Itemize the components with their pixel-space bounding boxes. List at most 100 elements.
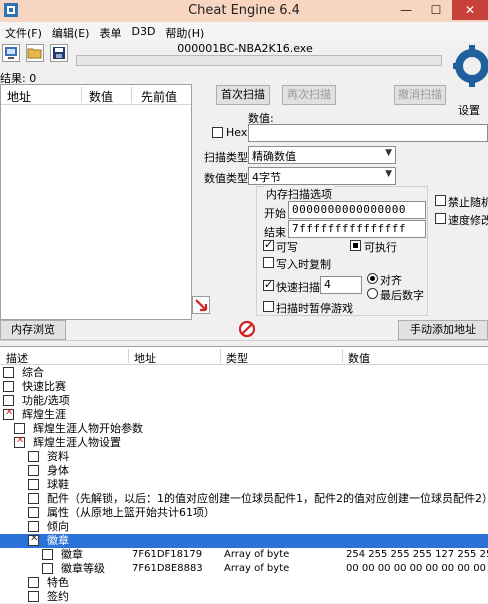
first-scan-button[interactable]: 首次扫描: [216, 85, 270, 105]
row-description: 综合: [22, 366, 44, 379]
fast-scan-checkbox[interactable]: [263, 278, 274, 291]
open-process-button[interactable]: [2, 44, 20, 62]
column-value[interactable]: 数值: [348, 350, 370, 366]
settings-label[interactable]: 设置: [458, 102, 480, 118]
row-value: 254 255 255 255 127 255 255 2: [346, 549, 488, 560]
row-active-checkbox[interactable]: [28, 521, 39, 532]
row-active-checkbox[interactable]: [28, 591, 39, 602]
hex-checkbox[interactable]: [212, 127, 223, 138]
save-button[interactable]: [50, 44, 68, 62]
row-active-checkbox[interactable]: [3, 407, 14, 420]
row-description: 功能/选项: [22, 394, 70, 407]
menu-help[interactable]: 帮助(H): [160, 22, 209, 41]
memory-view-button[interactable]: 内存浏览: [0, 320, 66, 340]
last-digits-radio[interactable]: [367, 288, 378, 299]
table-row[interactable]: 资料: [0, 450, 488, 464]
end-address-input[interactable]: 7fffffffffffffff: [288, 220, 426, 238]
table-row[interactable]: 辉煌生涯: [0, 407, 488, 422]
save-icon: [53, 47, 65, 59]
column-value[interactable]: 数值: [89, 88, 113, 105]
column-address[interactable]: 地址: [7, 88, 31, 105]
row-description: 徽章: [61, 548, 83, 561]
copy-on-write-checkbox[interactable]: [263, 257, 274, 268]
row-active-checkbox[interactable]: [3, 367, 14, 378]
row-active-checkbox[interactable]: [14, 435, 25, 448]
row-active-checkbox[interactable]: [28, 577, 39, 588]
value-type-select[interactable]: 4字节 ▼: [248, 167, 396, 185]
table-row[interactable]: 倾向: [0, 520, 488, 534]
row-active-checkbox[interactable]: [28, 533, 39, 546]
start-address-input[interactable]: 0000000000000000: [288, 201, 426, 219]
cheat-engine-logo[interactable]: [450, 42, 488, 100]
menu-bar: 文件(F) 编辑(E) 表单 D3D 帮助(H): [0, 22, 488, 41]
table-row[interactable]: 属性（从原地上篮开始共计61项）: [0, 506, 488, 520]
row-description: 签约: [47, 590, 69, 603]
table-row[interactable]: 辉煌生涯人物设置: [0, 435, 488, 450]
table-row[interactable]: 签约: [0, 590, 488, 604]
row-active-checkbox[interactable]: [28, 493, 39, 504]
value-type-value: 4字节: [252, 171, 281, 184]
table-row[interactable]: 身体: [0, 464, 488, 478]
red-arrow-icon: [195, 299, 208, 312]
table-row[interactable]: 球鞋: [0, 478, 488, 492]
fast-scan-input[interactable]: 4: [320, 276, 362, 294]
row-description: 配件（先解锁，以后：1的值对应创建一位球员配件1，配件2的值对应创建一位球员配件…: [47, 492, 488, 505]
menu-d3d[interactable]: D3D: [126, 22, 160, 41]
cheat-table[interactable]: 描述 地址 类型 数值 综合快速比赛功能/选项辉煌生涯辉煌生涯人物开始参数辉煌生…: [0, 346, 488, 603]
add-address-manually-button[interactable]: 手动添加地址: [398, 320, 488, 340]
menu-file[interactable]: 文件(F): [0, 22, 47, 41]
row-active-checkbox[interactable]: [28, 451, 39, 462]
column-description[interactable]: 描述: [6, 350, 28, 366]
select-address-arrow-button[interactable]: [192, 296, 210, 314]
column-divider: [131, 87, 132, 103]
memory-options-title: 内存扫描选项: [264, 186, 334, 202]
row-active-checkbox[interactable]: [28, 479, 39, 490]
row-active-checkbox[interactable]: [28, 465, 39, 476]
table-row[interactable]: 配件（先解锁，以后：1的值对应创建一位球员配件1，配件2的值对应创建一位球员配件…: [0, 492, 488, 506]
table-row[interactable]: 综合: [0, 366, 488, 380]
table-row[interactable]: 功能/选项: [0, 394, 488, 408]
minimize-button[interactable]: —: [392, 0, 420, 20]
menu-table[interactable]: 表单: [94, 22, 126, 41]
close-button[interactable]: ✕: [452, 0, 488, 20]
row-active-checkbox[interactable]: [3, 381, 14, 392]
found-address-list[interactable]: 地址 数值 先前值: [0, 84, 192, 320]
unrandomizer-label: 禁止随机: [448, 196, 488, 209]
row-active-checkbox[interactable]: [42, 549, 53, 560]
scan-type-select[interactable]: 精确数值 ▼: [248, 146, 396, 164]
row-value: 00 00 00 00 00 00 00 00 00 00: [346, 563, 488, 574]
column-divider: [81, 87, 82, 103]
column-previous[interactable]: 先前值: [141, 88, 177, 105]
row-description: 辉煌生涯: [22, 408, 66, 421]
menu-edit[interactable]: 编辑(E): [47, 22, 95, 41]
row-active-checkbox[interactable]: [42, 563, 53, 574]
executable-checkbox[interactable]: [350, 240, 361, 251]
undo-scan-button[interactable]: 撤消扫描: [394, 85, 446, 105]
speedhack-checkbox[interactable]: [435, 213, 446, 224]
stop-button[interactable]: [238, 320, 256, 338]
table-row[interactable]: 快速比赛: [0, 380, 488, 394]
column-address[interactable]: 地址: [134, 350, 156, 366]
table-row[interactable]: 徽章等级 7F61D8E8883 Array of byte 00 00 00 00 …: [0, 562, 488, 576]
unrandomizer-checkbox[interactable]: [435, 195, 446, 206]
next-scan-button[interactable]: 再次扫描: [282, 85, 336, 105]
table-row[interactable]: 特色: [0, 576, 488, 590]
column-divider: [342, 349, 343, 363]
row-active-checkbox[interactable]: [14, 423, 25, 434]
maximize-button[interactable]: ☐: [422, 0, 450, 20]
alignment-label: 对齐: [380, 274, 402, 287]
table-row[interactable]: 辉煌生涯人物开始参数: [0, 422, 488, 436]
row-description: 身体: [47, 464, 69, 477]
row-description: 球鞋: [47, 478, 69, 491]
open-file-button[interactable]: [26, 44, 44, 62]
row-active-checkbox[interactable]: [3, 395, 14, 406]
writable-checkbox[interactable]: [263, 238, 274, 251]
pause-game-checkbox[interactable]: [263, 301, 274, 312]
executable-label: 可执行: [364, 241, 397, 254]
row-active-checkbox[interactable]: [28, 507, 39, 518]
table-row[interactable]: 徽章: [0, 533, 488, 548]
alignment-radio[interactable]: [367, 273, 378, 284]
table-row[interactable]: 徽章 7F61DF18179 Array of byte 254 255 255 25…: [0, 548, 488, 562]
scan-value-input[interactable]: [248, 124, 488, 142]
column-type[interactable]: 类型: [226, 350, 248, 366]
